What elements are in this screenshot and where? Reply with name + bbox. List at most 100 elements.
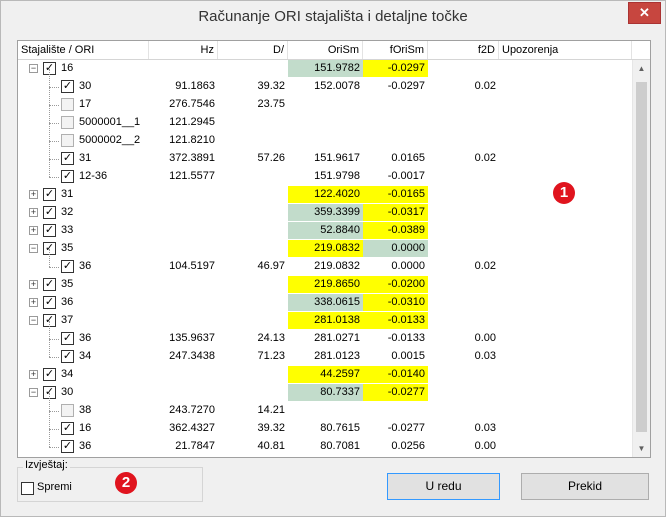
ori-row[interactable]: ✓ 34 247.3438 71.23 281.0123 0.0015 0.03 bbox=[18, 339, 632, 366]
cell-f2d bbox=[428, 402, 499, 419]
annotation-badge-2: 2 bbox=[115, 472, 137, 494]
row-checkbox[interactable]: ✓ bbox=[61, 422, 74, 435]
station-row[interactable]: + ✓ 34 44.2597 -0.0140 bbox=[18, 366, 632, 384]
row-checkbox[interactable]: ✓ bbox=[61, 80, 74, 93]
scroll-up-icon[interactable]: ▲ bbox=[633, 60, 650, 77]
row-checkbox[interactable]: ✓ bbox=[43, 296, 56, 309]
ori-row[interactable]: ✓ 12-36 121.5577 151.9798 -0.0017 bbox=[18, 159, 632, 186]
collapse-icon[interactable]: − bbox=[29, 388, 38, 397]
row-checkbox[interactable]: ✓ bbox=[61, 170, 74, 183]
ori-row[interactable]: ✓ 36 104.5197 46.97 219.0832 0.0000 0.02 bbox=[18, 249, 632, 276]
tree-connector bbox=[49, 141, 50, 159]
scroll-thumb[interactable] bbox=[636, 82, 647, 432]
col-header-orism[interactable]: OriSm bbox=[288, 41, 363, 59]
expand-icon[interactable]: + bbox=[29, 298, 38, 307]
point-name: 30 bbox=[79, 80, 92, 92]
save-report-checkbox[interactable] bbox=[21, 482, 34, 495]
cell-d bbox=[218, 366, 288, 383]
expand-icon[interactable]: + bbox=[29, 208, 38, 217]
cell-forism: -0.0277 bbox=[387, 422, 425, 434]
cell-forism: 0.0000 bbox=[363, 240, 428, 257]
point-name: 33 bbox=[61, 224, 74, 236]
row-checkbox[interactable] bbox=[61, 134, 74, 147]
ori-row[interactable]: ✓ 31 372.3891 57.26 151.9617 0.0165 0.02 bbox=[18, 141, 632, 168]
expand-icon[interactable]: + bbox=[29, 190, 38, 199]
cell-forism: -0.0200 bbox=[363, 276, 428, 293]
collapse-icon[interactable]: − bbox=[29, 64, 38, 73]
row-checkbox[interactable]: ✓ bbox=[61, 350, 74, 363]
ori-row[interactable]: 5000001__1 121.2945 bbox=[18, 105, 632, 132]
col-header-hz[interactable]: Hz bbox=[149, 41, 218, 59]
row-checkbox[interactable]: ✓ bbox=[43, 206, 56, 219]
ori-tree-grid[interactable]: Stajalište / ORI Hz D/ OriSm fOriSm f2D … bbox=[17, 40, 651, 458]
cell-orism bbox=[288, 402, 363, 419]
ori-row[interactable]: 17 276.7546 23.75 bbox=[18, 87, 632, 114]
tree-connector bbox=[49, 87, 50, 105]
station-row[interactable]: + ✓ 35 219.8650 -0.0200 bbox=[18, 276, 632, 294]
point-name: 36 bbox=[61, 296, 74, 308]
point-name: 17 bbox=[79, 98, 92, 110]
tree-connector bbox=[49, 123, 59, 124]
station-row[interactable]: + ✓ 33 52.8840 -0.0389 bbox=[18, 222, 632, 240]
tree-connector bbox=[49, 357, 59, 358]
col-header-station[interactable]: Stajalište / ORI bbox=[18, 41, 149, 59]
ori-row[interactable]: 5000002__2 121.8210 bbox=[18, 123, 632, 150]
row-checkbox[interactable]: ✓ bbox=[61, 260, 74, 273]
expand-icon[interactable]: + bbox=[29, 370, 38, 379]
row-checkbox[interactable]: ✓ bbox=[43, 368, 56, 381]
ok-button[interactable]: U redu bbox=[387, 473, 500, 500]
station-row[interactable]: − ✓ 30 80.7337 -0.0277 bbox=[18, 384, 632, 402]
station-row[interactable]: − ✓ 37 281.0138 -0.0133 bbox=[18, 312, 632, 330]
expand-icon[interactable]: + bbox=[29, 226, 38, 235]
vertical-scrollbar[interactable]: ▲ ▼ bbox=[632, 60, 650, 457]
cancel-button[interactable]: Prekid bbox=[521, 473, 649, 500]
ori-row[interactable]: ✓ 16 362.4327 39.32 80.7615 -0.0277 0.03 bbox=[18, 411, 632, 438]
ori-row[interactable]: 38 243.7270 14.21 bbox=[18, 393, 632, 420]
station-row[interactable]: − ✓ 16 151.9782 -0.0297 bbox=[18, 60, 632, 78]
cell-forism: -0.0165 bbox=[363, 186, 428, 203]
ori-row[interactable]: ✓ 36 135.9637 24.13 281.0271 -0.0133 0.00 bbox=[18, 321, 632, 348]
close-button[interactable]: ✕ bbox=[628, 2, 661, 24]
ori-row[interactable]: ✓ 36 21.7847 40.81 80.7081 0.0256 0.00 bbox=[18, 429, 632, 456]
expand-icon[interactable]: + bbox=[29, 280, 38, 289]
col-header-forism[interactable]: fOriSm bbox=[363, 41, 428, 59]
row-checkbox[interactable]: ✓ bbox=[61, 152, 74, 165]
row-checkbox[interactable] bbox=[61, 116, 74, 129]
column-header-row: Stajalište / ORI Hz D/ OriSm fOriSm f2D … bbox=[18, 41, 650, 60]
cell-hz: 243.7270 bbox=[169, 404, 215, 416]
cell-hz bbox=[149, 60, 218, 77]
row-checkbox[interactable]: ✓ bbox=[43, 188, 56, 201]
station-row[interactable]: + ✓ 31 122.4020 -0.0165 bbox=[18, 186, 632, 204]
point-name: 16 bbox=[61, 62, 74, 74]
station-row[interactable]: + ✓ 36 338.0615 -0.0310 bbox=[18, 294, 632, 312]
cell-orism: 338.0615 bbox=[288, 294, 363, 311]
row-checkbox[interactable] bbox=[61, 98, 74, 111]
row-checkbox[interactable] bbox=[61, 404, 74, 417]
station-row[interactable]: + ✓ 32 359.3399 -0.0317 bbox=[18, 204, 632, 222]
cell-d bbox=[218, 222, 288, 239]
cell-forism: 0.0015 bbox=[391, 350, 425, 362]
cell-forism: -0.0133 bbox=[363, 312, 428, 329]
cell-f2d bbox=[428, 276, 499, 293]
tree-connector bbox=[49, 429, 59, 430]
tree-connector bbox=[49, 69, 50, 87]
col-header-warnings[interactable]: Upozorenja bbox=[499, 41, 632, 59]
collapse-icon[interactable]: − bbox=[29, 316, 38, 325]
cell-d bbox=[218, 132, 288, 149]
row-checkbox[interactable]: ✓ bbox=[61, 332, 74, 345]
tree-connector bbox=[49, 411, 59, 412]
row-checkbox[interactable]: ✓ bbox=[43, 278, 56, 291]
point-name: 12-36 bbox=[79, 170, 108, 182]
save-report-label[interactable]: Spremi bbox=[37, 481, 72, 493]
scroll-down-icon[interactable]: ▼ bbox=[633, 440, 650, 457]
point-name: 36 bbox=[79, 260, 92, 272]
col-header-f2d[interactable]: f2D bbox=[428, 41, 499, 59]
row-checkbox[interactable]: ✓ bbox=[61, 440, 74, 453]
row-checkbox[interactable]: ✓ bbox=[43, 224, 56, 237]
ori-row[interactable]: ✓ 30 91.1863 39.32 152.0078 -0.0297 0.02 bbox=[18, 69, 632, 96]
cell-orism bbox=[288, 96, 363, 113]
station-row[interactable]: − ✓ 35 219.0832 0.0000 bbox=[18, 240, 632, 258]
collapse-icon[interactable]: − bbox=[29, 244, 38, 253]
point-name: 35 bbox=[61, 278, 74, 290]
col-header-distance[interactable]: D/ bbox=[218, 41, 288, 59]
